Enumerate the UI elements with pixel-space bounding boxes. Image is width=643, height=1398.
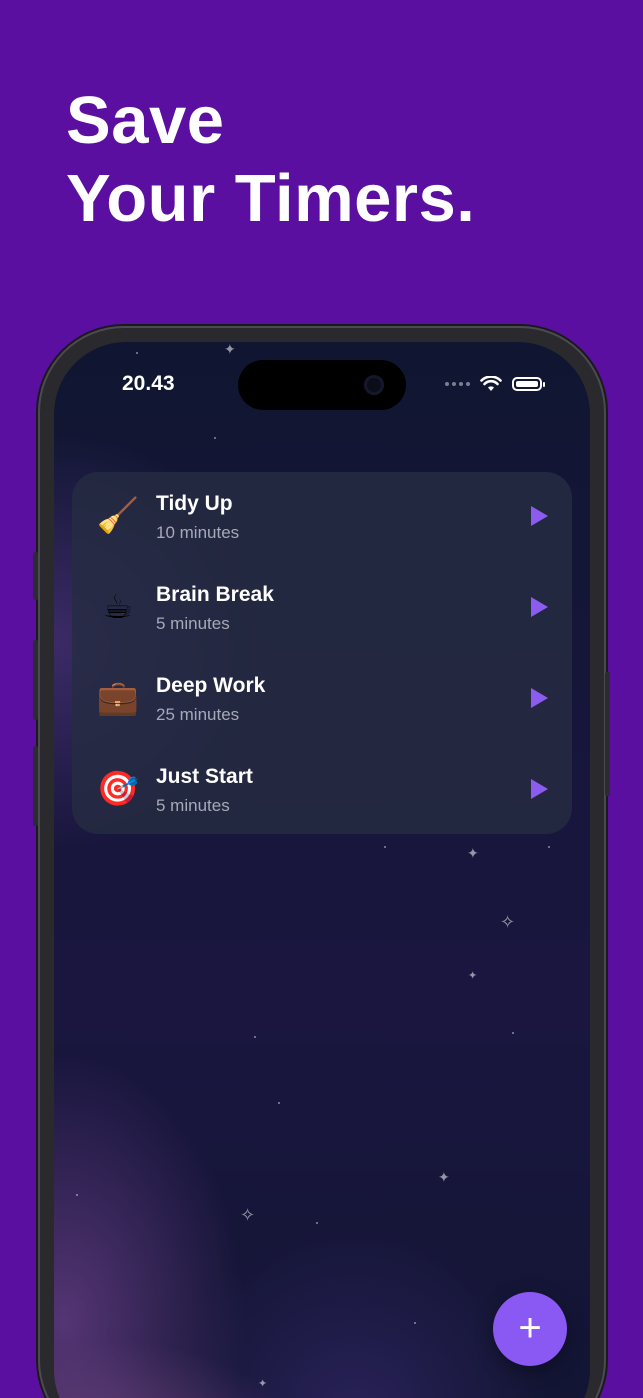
star-icon: ✦ xyxy=(467,845,479,861)
star-dot xyxy=(512,1032,514,1034)
status-time: 20.43 xyxy=(122,372,175,395)
timer-title: Deep Work xyxy=(156,674,266,697)
timer-duration: 10 minutes xyxy=(156,523,240,542)
volume-down-button xyxy=(33,746,38,826)
timer-title: Tidy Up xyxy=(156,492,233,515)
play-icon[interactable] xyxy=(531,506,548,526)
timer-list: 🧹 Tidy Up 10 minutes ☕ Brain Break 5 min… xyxy=(72,472,572,834)
timer-duration: 5 minutes xyxy=(156,796,230,815)
star-icon: ✦ xyxy=(224,342,236,357)
star-icon: ✦ xyxy=(438,1169,450,1185)
action-button xyxy=(33,552,38,600)
timer-title: Just Start xyxy=(156,765,253,788)
camera-icon xyxy=(364,375,384,395)
star-dot xyxy=(214,437,216,439)
status-icons xyxy=(445,376,545,392)
add-timer-button[interactable]: + xyxy=(493,1292,567,1366)
power-button xyxy=(605,672,610,796)
star-dot xyxy=(136,352,138,354)
broom-icon: 🧹 xyxy=(96,497,140,535)
star-icon: ✧ xyxy=(240,1205,256,1225)
timer-row-brain-break[interactable]: ☕ Brain Break 5 minutes xyxy=(72,563,572,654)
target-icon: 🎯 xyxy=(96,770,140,808)
signal-dots-icon xyxy=(445,382,470,386)
dynamic-island xyxy=(238,360,406,410)
headline: Save Your Timers. xyxy=(66,82,475,238)
timer-row-tidy-up[interactable]: 🧹 Tidy Up 10 minutes xyxy=(72,472,572,563)
coffee-icon: ☕ xyxy=(102,588,134,626)
timer-duration: 25 minutes xyxy=(156,705,240,724)
battery-icon xyxy=(512,377,545,391)
star-icon: ✧ xyxy=(500,912,516,932)
play-icon[interactable] xyxy=(531,779,548,799)
star-dot xyxy=(76,1194,78,1196)
timer-title: Brain Break xyxy=(156,583,274,606)
wifi-icon xyxy=(480,376,502,391)
headline-line-2: Your Timers. xyxy=(66,161,476,236)
play-icon[interactable] xyxy=(531,688,548,708)
plus-icon: + xyxy=(518,1306,542,1350)
volume-up-button xyxy=(33,640,38,720)
star-icon: ✦ xyxy=(258,1378,268,1390)
app-screen: ✦ ✦ ✧ ✦ ✦ ✧ ✦ 20.43 🧹 Tidy Up 10 minutes xyxy=(54,342,590,1398)
play-icon[interactable] xyxy=(531,597,548,617)
star-dot xyxy=(316,1222,318,1224)
headline-line-1: Save xyxy=(66,83,225,158)
timer-row-just-start[interactable]: 🎯 Just Start 5 minutes xyxy=(72,745,572,836)
timer-row-deep-work[interactable]: 💼 Deep Work 25 minutes xyxy=(72,654,572,745)
star-dot xyxy=(278,1102,280,1104)
star-dot xyxy=(384,846,386,848)
timer-duration: 5 minutes xyxy=(156,614,230,633)
star-icon: ✦ xyxy=(468,970,478,982)
star-dot xyxy=(414,1322,416,1324)
star-dot xyxy=(548,846,550,848)
star-dot xyxy=(254,1036,256,1038)
briefcase-icon: 💼 xyxy=(96,679,140,717)
